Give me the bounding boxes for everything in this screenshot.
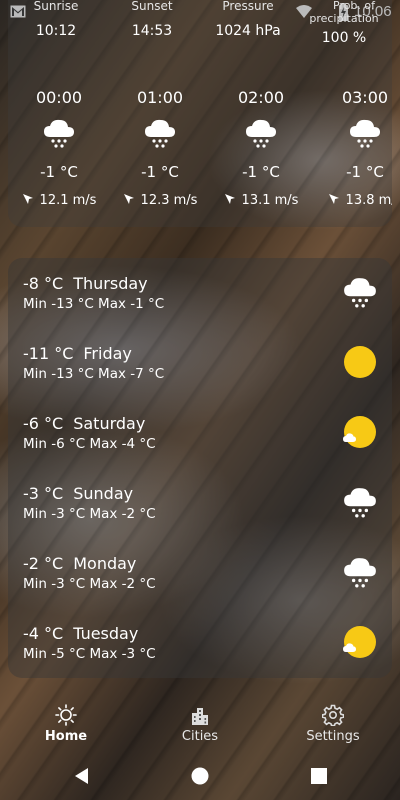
hourly-overflow-clip: 03:00 -1 °C 13.8 m/s (308, 0, 392, 227)
day-title: -4 °C Tuesday (23, 624, 138, 643)
day-minmax: Min -6 °C Max -4 °C (23, 436, 156, 452)
wind-speed: 12.1 m/s (39, 193, 97, 208)
hourly-item: 00:00 -1 °C 12.1 m/s (14, 88, 104, 208)
sunrise-info: Sunrise 10:12 (6, 0, 106, 39)
gear-icon (322, 704, 344, 726)
hourly-item: 03:00 -1 °C 13.8 m/s (320, 88, 392, 208)
sun-cloud-icon (343, 626, 376, 658)
day-name: Thursday (73, 274, 148, 293)
wind-direction-icon (224, 194, 235, 204)
city-icon (192, 708, 208, 725)
day-temp: -3 °C (23, 484, 64, 503)
hour-temp: -1 °C (40, 163, 78, 181)
sunrise-label: Sunrise (33, 0, 79, 13)
day-temp: -4 °C (23, 624, 64, 643)
wind-direction-icon (123, 194, 134, 204)
daily-forecast-card: -8 °C Thursday Min -13 °C Max -1 °C -11 °… (8, 258, 392, 678)
hour-temp: -1 °C (242, 163, 280, 181)
hour-temp: -1 °C (141, 163, 179, 181)
home-icon[interactable] (190, 766, 210, 786)
day-minmax: Min -5 °C Max -3 °C (23, 646, 156, 662)
snow-cloud-icon (145, 119, 175, 148)
day-title: -8 °C Thursday (23, 274, 148, 293)
day-title: -11 °C Friday (23, 344, 132, 363)
snow-cloud-icon (44, 119, 74, 148)
bottom-navigation: Home Cities Settings (0, 700, 400, 750)
daily-row[interactable]: -6 °C Saturday Min -6 °C Max -4 °C (8, 398, 392, 468)
hour-wind: 12.3 m/s (115, 193, 205, 208)
recents-icon[interactable] (309, 766, 329, 786)
pressure-info: Pressure 1024 hPa (198, 0, 298, 39)
day-temp: -6 °C (23, 414, 64, 433)
hour-time: 03:00 (341, 88, 389, 107)
sun-cloud-icon (343, 416, 376, 448)
sunset-label: Sunset (131, 0, 173, 13)
nav-home[interactable]: Home (11, 700, 121, 744)
day-minmax: Min -13 °C Max -1 °C (23, 296, 165, 312)
daily-row[interactable]: -8 °C Thursday Min -13 °C Max -1 °C (8, 258, 392, 328)
day-name: Saturday (73, 414, 146, 433)
day-title: -2 °C Monday (23, 554, 136, 573)
sun-outline-icon (55, 704, 77, 726)
system-navigation-bar (0, 752, 400, 800)
hour-time: 00:00 (35, 88, 83, 107)
hourly-item: 02:00 -1 °C 13.1 m/s (216, 88, 306, 208)
nav-settings[interactable]: Settings (278, 700, 388, 744)
nav-cities-label: Cities (181, 729, 219, 744)
day-minmax: Min -13 °C Max -7 °C (23, 366, 165, 382)
pressure-value: 1024 hPa (215, 23, 281, 39)
day-minmax: Min -3 °C Max -2 °C (23, 576, 156, 592)
sunset-value: 14:53 (131, 23, 173, 39)
hour-time: 02:00 (237, 88, 285, 107)
snow-cloud-icon (246, 119, 276, 148)
day-name: Sunday (73, 484, 134, 503)
wind-speed: 12.3 m/s (140, 193, 198, 208)
day-title: -6 °C Saturday (23, 414, 145, 433)
current-weather-card: Sunrise 10:12 Sunset 14:53 Pressure 1024… (8, 0, 392, 227)
hour-wind: 13.1 m/s (216, 193, 306, 208)
snow-cloud-icon (344, 558, 376, 588)
hour-temp: -1 °C (346, 163, 384, 181)
wind-speed: 13.1 m/s (241, 193, 299, 208)
snow-cloud-icon (350, 119, 380, 148)
hour-wind: 13.8 m/s (320, 193, 392, 208)
day-minmax: Min -3 °C Max -2 °C (23, 506, 156, 522)
pressure-label: Pressure (222, 0, 274, 13)
day-title: -3 °C Sunday (23, 484, 133, 503)
wind-direction-icon (328, 194, 339, 204)
day-name: Friday (83, 344, 132, 363)
daily-row[interactable]: -2 °C Monday Min -3 °C Max -2 °C (8, 538, 392, 608)
wind-speed: 13.8 m/s (345, 193, 392, 208)
nav-home-label: Home (44, 729, 88, 744)
snow-cloud-icon (344, 278, 376, 308)
day-temp: -8 °C (23, 274, 64, 293)
sun-icon (344, 346, 376, 378)
daily-row[interactable]: -11 °C Friday Min -13 °C Max -7 °C (8, 328, 392, 398)
snow-cloud-icon (344, 488, 376, 518)
day-name: Monday (73, 554, 137, 573)
nav-cities[interactable]: Cities (145, 700, 255, 744)
hourly-item: 01:00 -1 °C 12.3 m/s (115, 88, 205, 208)
hour-time: 01:00 (136, 88, 184, 107)
back-icon[interactable] (72, 766, 92, 786)
nav-settings-label: Settings (306, 729, 360, 744)
hour-wind: 12.1 m/s (14, 193, 104, 208)
daily-row[interactable]: -4 °C Tuesday Min -5 °C Max -3 °C (8, 608, 392, 678)
day-name: Tuesday (73, 624, 139, 643)
sunrise-value: 10:12 (35, 23, 77, 39)
sunset-info: Sunset 14:53 (102, 0, 202, 39)
daily-row[interactable]: -3 °C Sunday Min -3 °C Max -2 °C (8, 468, 392, 538)
wind-direction-icon (22, 194, 33, 204)
day-temp: -2 °C (23, 554, 64, 573)
day-temp: -11 °C (23, 344, 74, 363)
